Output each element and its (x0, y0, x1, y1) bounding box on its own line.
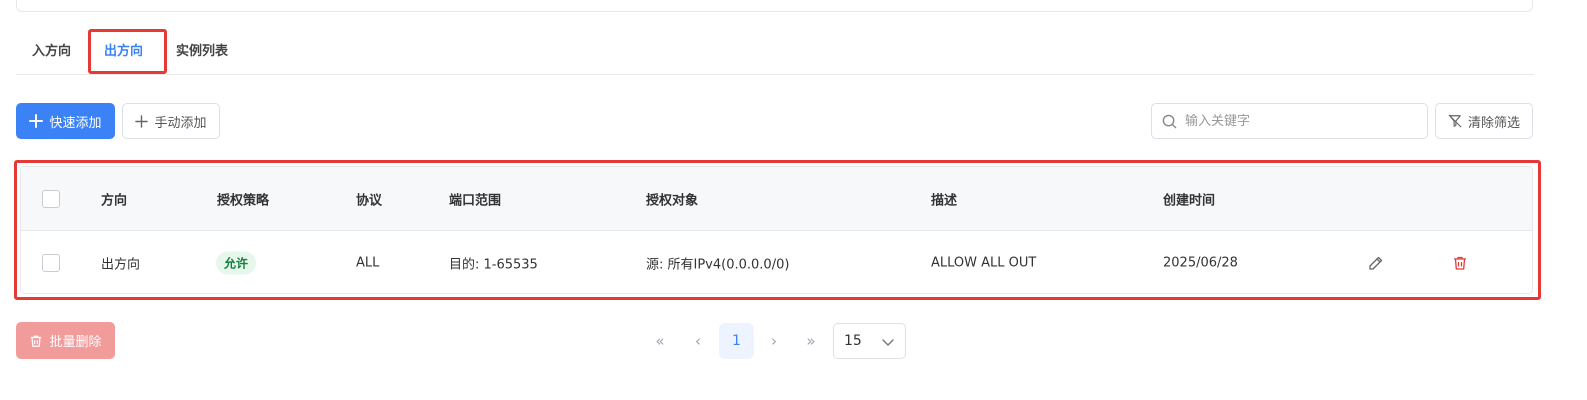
last-page-button[interactable]: » (799, 323, 823, 359)
clear-filter-label: 清除筛选 (1467, 115, 1520, 131)
tab-inbound[interactable]: 入方向 (32, 40, 71, 59)
header-direction: 方向 (101, 193, 128, 208)
page-size-select[interactable]: 15 (833, 323, 906, 359)
plus-icon (29, 114, 44, 128)
delete-icon[interactable] (1452, 255, 1468, 271)
select-all-checkbox[interactable] (42, 189, 60, 208)
filter-panel-edge (16, 0, 1533, 12)
filter-clear-icon (1448, 114, 1462, 128)
edit-icon[interactable] (1368, 255, 1384, 271)
next-page-button[interactable]: › (762, 323, 786, 359)
quick-add-label: 快速添加 (49, 115, 102, 131)
quick-add-button[interactable]: 快速添加 (16, 103, 115, 139)
manual-add-button[interactable]: 手动添加 (122, 103, 220, 139)
search-input[interactable] (1185, 113, 1415, 129)
trash-icon (31, 335, 42, 347)
table-row: 出方向 允许 ALL 目的: 1-65535 源: 所有IPv4(0.0.0.0… (21, 231, 1532, 293)
allow-badge: 允许 (216, 251, 257, 274)
tab-highlight-box (88, 29, 167, 74)
prev-page-button[interactable]: ‹ (686, 323, 710, 359)
cell-policy: 允许 (216, 251, 257, 274)
row-checkbox[interactable] (42, 253, 60, 272)
search-icon (1162, 114, 1177, 128)
current-page-button[interactable]: 1 (719, 323, 754, 359)
manual-add-label: 手动添加 (154, 115, 207, 131)
plus-icon (135, 114, 149, 128)
table-header: 方向 授权策略 协议 端口范围 授权对象 描述 创建时间 (21, 167, 1532, 231)
tab-instance-list[interactable]: 实例列表 (176, 40, 228, 59)
chevron-down-icon (882, 339, 894, 346)
first-page-button[interactable]: « (648, 323, 672, 359)
cell-protocol: ALL (356, 255, 380, 270)
page-size-value: 15 (844, 333, 862, 349)
cell-direction: 出方向 (101, 257, 141, 272)
direction-tabs: 入方向 出方向 实例列表 (16, 28, 1534, 75)
header-created: 创建时间 (1163, 193, 1216, 208)
header-target: 授权对象 (646, 193, 699, 208)
header-description: 描述 (931, 193, 958, 208)
cell-created: 2025/06/28 (1163, 255, 1238, 270)
header-port-range: 端口范围 (449, 193, 502, 208)
search-box (1151, 103, 1428, 139)
rules-table: 方向 授权策略 协议 端口范围 授权对象 描述 创建时间 出方向 允许 ALL … (20, 166, 1533, 294)
batch-delete-button[interactable]: 批量删除 (16, 322, 115, 359)
header-policy: 授权策略 (217, 193, 270, 208)
batch-delete-label: 批量删除 (49, 335, 102, 350)
cell-description: ALLOW ALL OUT (931, 255, 1037, 270)
clear-filter-button[interactable]: 清除筛选 (1435, 103, 1533, 139)
header-protocol: 协议 (356, 193, 383, 208)
cell-target: 源: 所有IPv4(0.0.0.0/0) (646, 257, 790, 272)
cell-port-range: 目的: 1-65535 (449, 257, 538, 272)
